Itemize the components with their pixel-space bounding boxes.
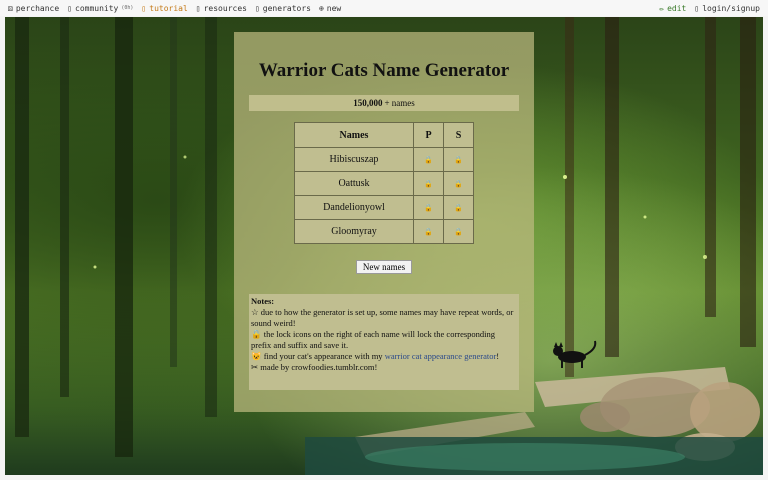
generated-name: Oattusk xyxy=(294,171,414,196)
lock-icon: 🔒 xyxy=(251,329,262,339)
nav-generators-link[interactable]: ▯ generators xyxy=(255,4,311,13)
dice-icon: ⚄ xyxy=(8,3,13,13)
nav-edit-link[interactable]: ✏ edit xyxy=(659,4,686,13)
prefix-lock-icon[interactable]: 🔒 xyxy=(413,219,444,244)
note-lock-icons: 🔒 the lock icons on the right of each na… xyxy=(251,329,496,350)
nav-home-link[interactable]: ⚄ perchance xyxy=(8,4,59,13)
generator-panel: Warrior Cats Name Generator 150,000 + na… xyxy=(234,32,534,412)
prefix-lock-icon[interactable]: 🔒 xyxy=(413,171,444,196)
pencil-icon: ✏ xyxy=(659,3,665,13)
scissors-icon: ✂ xyxy=(251,362,259,372)
name-count-suffix: + names xyxy=(384,98,415,108)
top-navigation-bar: ⚄ perchance ▯ community (0h) ▯ tutorial … xyxy=(0,0,768,16)
generated-name: Gloomyray xyxy=(294,219,414,244)
name-count-bar: 150,000 + names xyxy=(249,95,519,111)
prefix-lock-icon[interactable]: 🔒 xyxy=(413,195,444,220)
community-label: community xyxy=(75,3,119,13)
suffix-lock-icon[interactable]: 🔒 xyxy=(443,147,474,172)
user-icon: ▯ xyxy=(694,3,700,13)
prefix-lock-icon[interactable]: 🔒 xyxy=(413,147,444,172)
name-count-value: 150,000 xyxy=(353,98,383,108)
nav-new-link[interactable]: ⊕ new xyxy=(319,4,341,13)
notes-heading: Notes: xyxy=(251,296,275,306)
names-column-header: Names xyxy=(294,122,414,148)
cat-face-icon: 😺 xyxy=(251,351,262,361)
suffix-lock-icon[interactable]: 🔒 xyxy=(443,171,474,196)
forest-background-image: Warrior Cats Name Generator 150,000 + na… xyxy=(5,17,763,475)
appearance-generator-link[interactable]: warrior cat appearance generator xyxy=(385,351,497,361)
generated-name: Hibiscuszap xyxy=(294,147,414,172)
logo-label: perchance xyxy=(15,3,60,13)
generators-label: generators xyxy=(262,3,311,13)
note-credit: ✂ made by crowfoodies.tumblr.com! xyxy=(251,362,378,372)
chat-icon: ▯ xyxy=(67,3,73,13)
plus-circle-icon: ⊕ xyxy=(318,3,324,13)
table-row: Hibiscuszap 🔒 🔒 xyxy=(294,147,474,172)
table-header-row: Names P S xyxy=(294,122,474,148)
table-row: Dandelionyowl 🔒 🔒 xyxy=(294,195,474,220)
resources-label: resources xyxy=(203,3,247,13)
edit-label: edit xyxy=(667,3,687,13)
names-table: Names P S Hibiscuszap 🔒 🔒 Oattusk 🔒 🔒 Da… xyxy=(294,122,474,244)
suffix-column-header: S xyxy=(443,122,474,148)
page-title: Warrior Cats Name Generator xyxy=(258,60,510,81)
suffix-lock-icon[interactable]: 🔒 xyxy=(443,219,474,244)
nav-resources-link[interactable]: ▯ resources xyxy=(196,4,247,13)
note-appearance: 😺 find your cat's appearance with my war… xyxy=(251,351,500,361)
login-label: login/signup xyxy=(702,3,760,13)
generated-name: Dandelionyowl xyxy=(294,195,414,220)
community-badge: (0h) xyxy=(121,5,134,11)
tutorial-label: tutorial xyxy=(149,3,188,13)
generators-icon: ▯ xyxy=(254,3,260,13)
table-row: Oattusk 🔒 🔒 xyxy=(294,171,474,196)
book-icon: ▯ xyxy=(141,3,147,13)
nav-community-link[interactable]: ▯ community (0h) xyxy=(67,4,133,13)
notes-box: Notes: ☆ due to how the generator is set… xyxy=(249,294,519,390)
nav-tutorial-link[interactable]: ▯ tutorial xyxy=(141,4,187,13)
new-names-button[interactable]: New names xyxy=(356,260,412,274)
new-label: new xyxy=(326,3,342,13)
resources-icon: ▯ xyxy=(195,3,201,13)
nav-login-link[interactable]: ▯ login/signup xyxy=(694,4,760,13)
table-row: Gloomyray 🔒 🔒 xyxy=(294,219,474,244)
note-repeat-words: ☆ due to how the generator is set up, so… xyxy=(251,307,514,328)
prefix-column-header: P xyxy=(413,122,444,148)
suffix-lock-icon[interactable]: 🔒 xyxy=(443,195,474,220)
